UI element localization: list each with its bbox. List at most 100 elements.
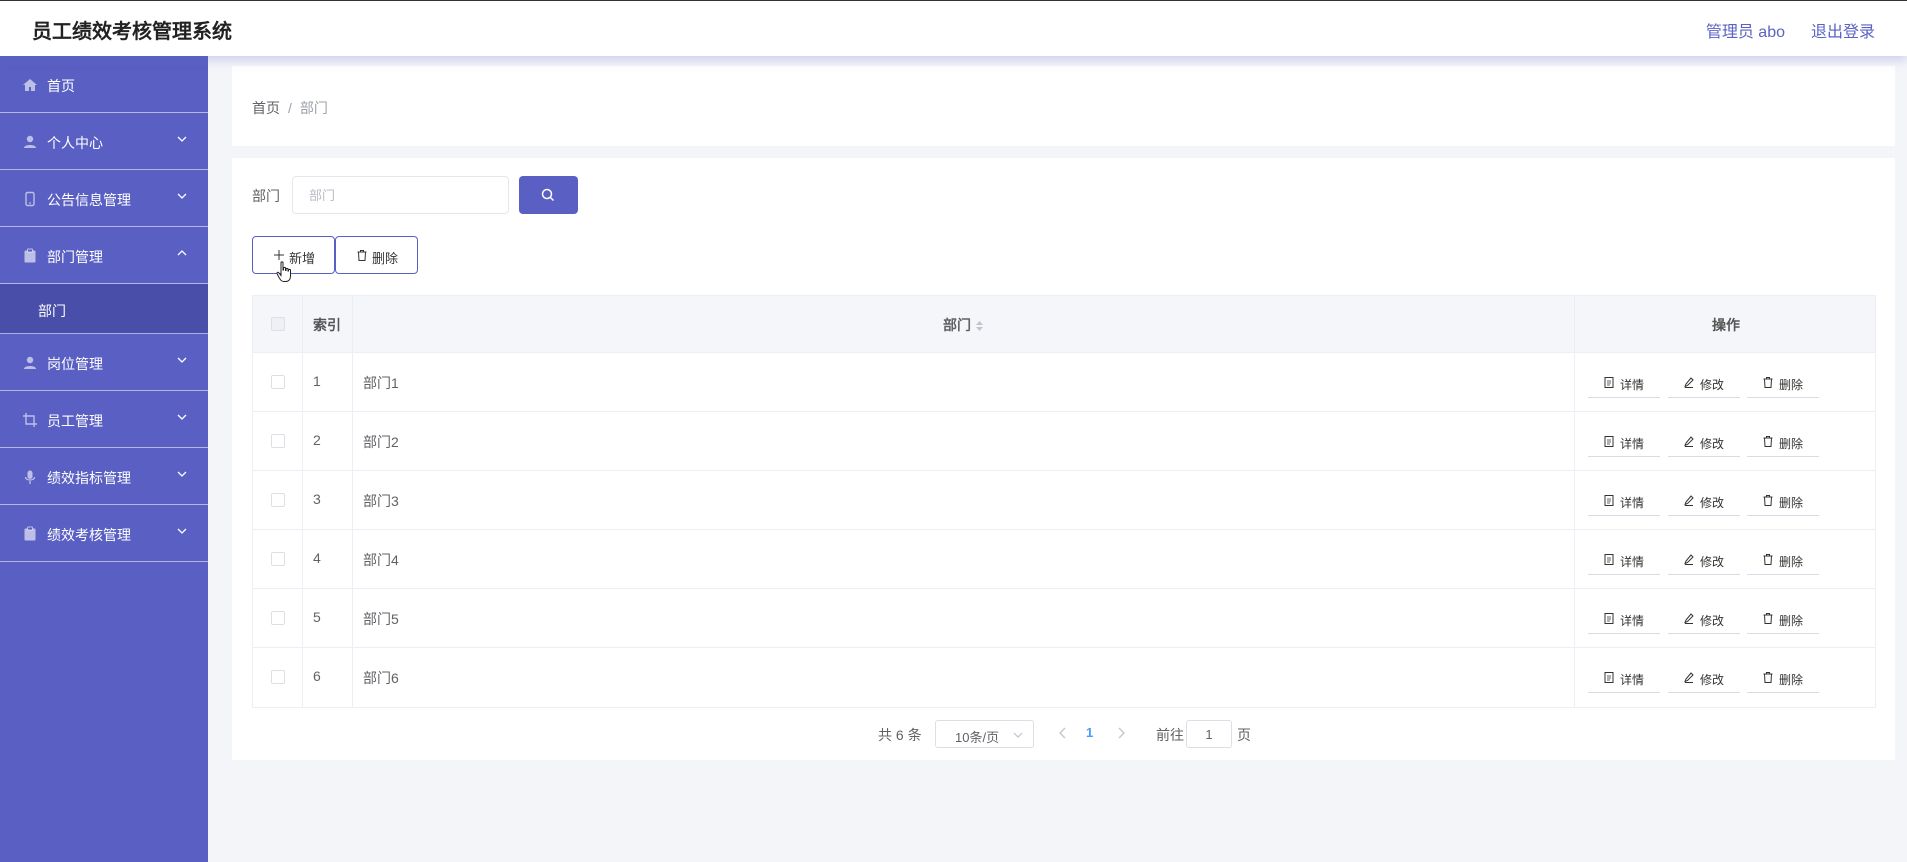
table-row: 4 部门4 详情 修改 删除	[253, 530, 1875, 589]
sidebar-item-kpi-management[interactable]: 绩效指标管理	[0, 448, 208, 505]
edit-icon	[1684, 672, 1694, 683]
home-icon	[23, 79, 37, 91]
row-checkbox[interactable]	[271, 552, 285, 566]
edit-icon	[1684, 554, 1694, 565]
sidebar-item-label: 首页	[47, 78, 75, 94]
breadcrumb-current: 部门	[299, 100, 328, 116]
row-checkbox[interactable]	[271, 375, 285, 389]
edit-icon	[1684, 613, 1694, 624]
sidebar-item-label: 个人中心	[47, 135, 103, 151]
detail-button[interactable]: 详情	[1588, 427, 1660, 457]
edit-button[interactable]: 修改	[1668, 545, 1740, 575]
header-name-cell[interactable]: 部门	[353, 296, 1575, 352]
row-ops-cell: 详情 修改 删除	[1575, 471, 1877, 529]
select-all-checkbox[interactable]	[271, 317, 285, 331]
chevron-up-icon	[177, 250, 187, 256]
sidebar-item-personal-center[interactable]: 个人中心	[0, 113, 208, 170]
sidebar-item-label: 绩效考核管理	[47, 527, 131, 543]
sidebar-item-label: 员工管理	[47, 413, 103, 429]
clipboard-icon	[24, 526, 36, 541]
breadcrumb: 首页 / 部门	[252, 98, 328, 118]
header-ops-cell: 操作	[1575, 296, 1877, 352]
search-button[interactable]	[519, 176, 578, 214]
delete-button[interactable]: 删除	[1747, 368, 1819, 398]
prev-page-icon[interactable]	[1058, 726, 1068, 740]
breadcrumb-separator: /	[288, 100, 292, 116]
sidebar-item-appraisal-management[interactable]: 绩效考核管理	[0, 505, 208, 562]
row-index: 3	[313, 491, 321, 507]
goto-page-input[interactable]	[1186, 720, 1232, 748]
sidebar: 首页 个人中心 公告信息管理 部门管理 部门 岗位管理 员工管理 绩效指标管理 …	[0, 56, 208, 862]
row-name-cell: 部门2	[353, 412, 1575, 470]
delete-button[interactable]: 删除	[1747, 486, 1819, 516]
detail-button[interactable]: 详情	[1588, 663, 1660, 693]
table-row: 3 部门3 详情 修改 删除	[253, 471, 1875, 530]
delete-button[interactable]: 删除	[1747, 604, 1819, 634]
delete-button-label: 删除	[1779, 496, 1804, 510]
row-checkbox-cell	[253, 530, 303, 588]
edit-button[interactable]: 修改	[1668, 368, 1740, 398]
detail-button[interactable]: 详情	[1588, 486, 1660, 516]
table-row: 1 部门1 详情 修改 删除	[253, 353, 1875, 412]
detail-button[interactable]: 详情	[1588, 604, 1660, 634]
delete-button-label: 删除	[372, 251, 399, 266]
row-name-cell: 部门6	[353, 648, 1575, 707]
row-checkbox[interactable]	[271, 611, 285, 625]
row-index: 6	[313, 668, 321, 684]
row-name-cell: 部门5	[353, 589, 1575, 647]
batch-delete-button[interactable]: 删除	[335, 236, 418, 274]
trash-icon	[1763, 613, 1773, 624]
sidebar-item-announcements[interactable]: 公告信息管理	[0, 170, 208, 227]
edit-button[interactable]: 修改	[1668, 427, 1740, 457]
logout-link[interactable]: 退出登录	[1811, 18, 1875, 42]
sidebar-item-department-management[interactable]: 部门管理	[0, 227, 208, 284]
sidebar-item-employee-management[interactable]: 员工管理	[0, 391, 208, 448]
top-header: 员工绩效考核管理系统 管理员 abo 退出登录	[0, 0, 1907, 56]
edit-button[interactable]: 修改	[1668, 663, 1740, 693]
search-input[interactable]	[292, 176, 509, 214]
row-checkbox[interactable]	[271, 493, 285, 507]
edit-button[interactable]: 修改	[1668, 604, 1740, 634]
chevron-down-icon	[177, 414, 187, 420]
trash-icon	[1763, 377, 1773, 388]
page-size-select[interactable]: 10条/页	[935, 720, 1034, 748]
delete-button-label: 删除	[1779, 614, 1804, 628]
page-number-current[interactable]: 1	[1086, 725, 1093, 740]
delete-button[interactable]: 删除	[1747, 545, 1819, 575]
search-label: 部门	[252, 188, 280, 204]
row-checkbox-cell	[253, 353, 303, 411]
row-checkbox[interactable]	[271, 434, 285, 448]
hand-cursor-icon	[276, 261, 291, 282]
delete-button[interactable]: 删除	[1747, 663, 1819, 693]
next-page-icon[interactable]	[1116, 726, 1126, 740]
pagination: 共 6 条 10条/页 1 前往 页	[232, 719, 1895, 749]
trash-icon	[1763, 495, 1773, 506]
detail-button-label: 详情	[1620, 437, 1645, 451]
breadcrumb-home[interactable]: 首页	[252, 100, 280, 116]
row-checkbox[interactable]	[271, 670, 285, 684]
row-checkbox-cell	[253, 471, 303, 529]
edit-button-label: 修改	[1700, 496, 1725, 510]
row-index-cell: 2	[303, 412, 353, 470]
edit-icon	[1684, 495, 1694, 506]
row-name-cell: 部门3	[353, 471, 1575, 529]
trash-icon	[1763, 672, 1773, 683]
sort-icon[interactable]	[975, 320, 984, 332]
sidebar-item-home[interactable]: 首页	[0, 56, 208, 113]
table-row: 5 部门5 详情 修改 删除	[253, 589, 1875, 648]
page-size-value: 10条/页	[955, 730, 1000, 745]
chevron-down-icon	[177, 357, 187, 363]
breadcrumb-card: 首页 / 部门	[232, 66, 1895, 146]
sidebar-subitem-department[interactable]: 部门	[0, 284, 208, 334]
document-icon	[1604, 377, 1614, 388]
detail-button[interactable]: 详情	[1588, 545, 1660, 575]
header-index-cell: 索引	[303, 296, 353, 352]
document-icon	[1604, 495, 1614, 506]
edit-button-label: 修改	[1700, 555, 1725, 569]
delete-button[interactable]: 删除	[1747, 427, 1819, 457]
detail-button-label: 详情	[1620, 496, 1645, 510]
edit-button[interactable]: 修改	[1668, 486, 1740, 516]
sidebar-item-label: 公告信息管理	[47, 192, 131, 208]
detail-button[interactable]: 详情	[1588, 368, 1660, 398]
sidebar-item-position-management[interactable]: 岗位管理	[0, 334, 208, 391]
